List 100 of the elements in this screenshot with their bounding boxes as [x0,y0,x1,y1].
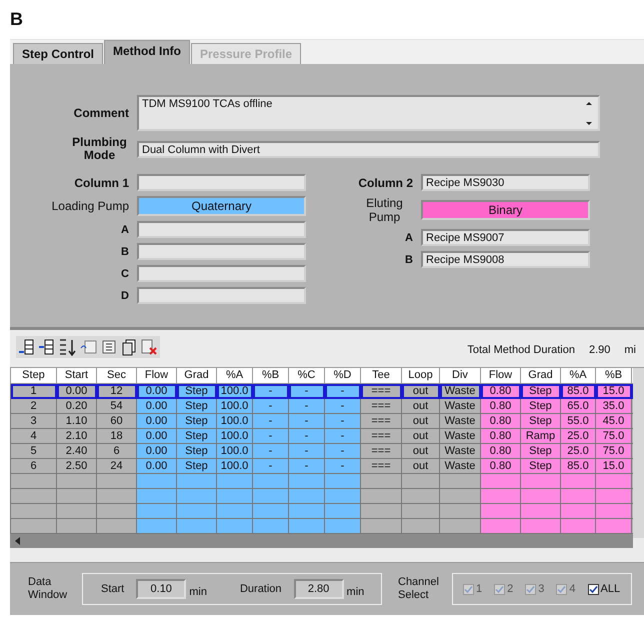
text-field[interactable]: Recipe MS9007 [421,229,590,246]
table-cell: 100.0 [216,384,252,398]
column-header[interactable]: Step [10,368,56,384]
column-header[interactable]: Grad [520,368,560,384]
table-cell: out [402,428,440,444]
insert-row-icon[interactable] [38,338,56,356]
table-cell: Ramp [520,428,560,444]
delete-icon[interactable] [140,338,158,356]
scroll-left-icon[interactable] [13,536,23,546]
copy-icon[interactable] [120,338,138,356]
table-cell: - [324,414,360,428]
table-cell: Step [176,398,216,414]
field-label: B [404,254,414,266]
text-field[interactable] [137,243,306,260]
table-cell: - [288,384,324,398]
column-header[interactable]: %A [216,368,252,384]
field-label: Eluting Pump [365,196,404,224]
column-header[interactable]: Tee [360,368,402,384]
sort-icon[interactable] [58,338,78,356]
table-cell: 18 [96,428,136,444]
table-cell: 5 [10,444,56,458]
table-cell: 45.0 [596,414,632,428]
table-cell: 85.0 [560,458,596,474]
column-header[interactable]: Start [56,368,96,384]
text-field[interactable]: Quaternary [137,196,306,216]
table-cell: Step [176,384,216,398]
field-label: Comment [72,106,130,120]
field-label: Plumbing Mode [71,136,128,162]
column-header[interactable]: %B [596,368,632,384]
table-cell: 2.40 [56,444,96,458]
table-cell: - [252,384,288,398]
table-cell: 24 [96,458,136,474]
table-cell: 25.0 [560,428,596,444]
column-header[interactable]: %C [288,368,324,384]
tab[interactable]: Method Info [104,40,190,64]
tab[interactable]: Step Control [13,43,103,64]
table-cell: - [324,428,360,444]
table-cell: 0.20 [56,398,96,414]
section-label: Data Window [28,576,68,602]
text-field[interactable] [137,174,306,191]
horizontal-scrollbar[interactable] [10,534,633,548]
column-header[interactable]: %A [560,368,596,384]
plumbing-mode-field[interactable]: Dual Column with Divert [137,140,600,158]
column-header[interactable]: Flow [480,368,520,384]
checkbox[interactable] [588,584,598,594]
table-cell: 0.00 [136,444,176,458]
start-field[interactable]: 0.10 [136,579,186,599]
field-label: D [120,290,130,302]
table-cell: 0.00 [136,398,176,414]
table-cell: Waste [440,458,480,474]
table-cell: - [288,458,324,474]
table-cell: 0.00 [136,414,176,428]
duration-field[interactable]: 2.80 [294,579,344,599]
table-cell: 15.0 [596,384,632,398]
checkbox-label: ALL [600,583,620,595]
column-header[interactable]: %D [324,368,360,384]
column-header[interactable]: Sec [96,368,136,384]
table-cell: 1 [10,384,56,398]
comment-field[interactable]: TDM MS9100 TCAs offline [137,95,600,131]
field-label: Duration [240,583,282,595]
insert-row-icon[interactable] [18,338,36,356]
table-cell: - [288,414,324,428]
column-header[interactable]: %B [252,368,288,384]
table-cell: Waste [440,428,480,444]
table-cell: out [402,398,440,414]
table-cell: 0.00 [136,428,176,444]
table-cell: 0.80 [480,458,520,474]
table-cell: 65.0 [560,398,596,414]
table-cell: 4 [10,428,56,444]
text-field[interactable] [137,265,306,282]
column-header[interactable]: Flow [136,368,176,384]
text-field[interactable]: Binary [421,200,590,220]
field-label: Column 2 [357,176,414,190]
section-label: Channel Select [398,576,440,602]
table-cell: - [324,444,360,458]
column-header[interactable]: Loop [402,368,440,384]
table-cell: - [288,428,324,444]
table-cell: - [288,444,324,458]
column-header[interactable]: Div [440,368,480,384]
vertical-scrollbar[interactable] [633,368,644,538]
table-cell: Step [176,458,216,474]
table-cell: 2 [10,398,56,414]
duration-label: Total Method Duration [467,344,575,356]
table-cell: out [402,444,440,458]
text-field[interactable]: Recipe MS9008 [421,251,590,268]
field-label: Column 1 [73,176,130,190]
table-cell: Step [520,384,560,398]
text-field[interactable] [137,287,306,304]
table-cell: 1.10 [56,414,96,428]
table-cell: Waste [440,414,480,428]
column-header[interactable]: Grad [176,368,216,384]
field-label: A [404,232,414,244]
table-cell: Step [520,444,560,458]
table-cell: 25.0 [560,444,596,458]
table-cell: - [288,398,324,414]
text-field[interactable] [137,221,306,238]
text-field[interactable]: Recipe MS9030 [421,174,590,191]
table-cell: 3 [10,414,56,428]
table-cell: 12 [96,384,136,398]
table-cell: Step [176,444,216,458]
